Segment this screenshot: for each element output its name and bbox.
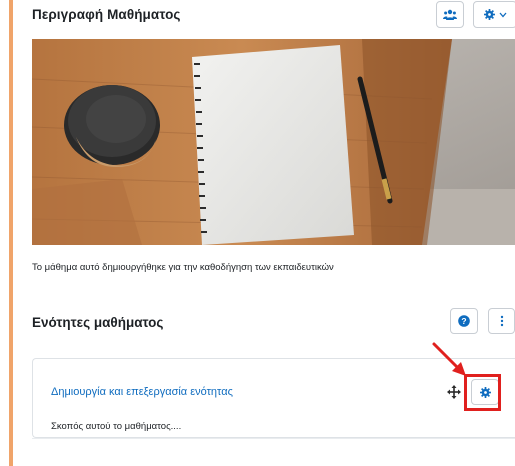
course-accent-bar [9,0,13,466]
participants-button[interactable] [436,1,464,28]
annotation-highlight-box [464,374,501,411]
section-title-link[interactable]: Δημιουργία και επεξεργασία ενότητας [51,386,233,398]
page-title: Περιγραφή Μαθήματος [32,7,181,22]
settings-menu-button[interactable] [473,1,515,28]
course-hero-image [32,39,515,245]
section-divider [32,438,515,439]
chevron-down-icon [499,12,506,17]
section-summary: Σκοπός αυτού το μαθήματος.... [51,421,182,432]
more-vertical-icon [500,315,503,327]
svg-text:?: ? [461,316,466,326]
gear-icon [483,9,495,20]
course-description-header: Περιγραφή Μαθήματος [32,0,515,34]
help-button[interactable]: ? [450,308,478,334]
help-icon: ? [458,315,470,327]
sections-heading: Ενότητες μαθήματος [32,315,164,330]
more-options-button[interactable] [488,308,515,334]
move-icon[interactable] [447,385,461,399]
users-icon [443,9,457,20]
course-description-text: Το μάθημα αυτό δημιουργήθηκε για την καθ… [32,262,334,273]
